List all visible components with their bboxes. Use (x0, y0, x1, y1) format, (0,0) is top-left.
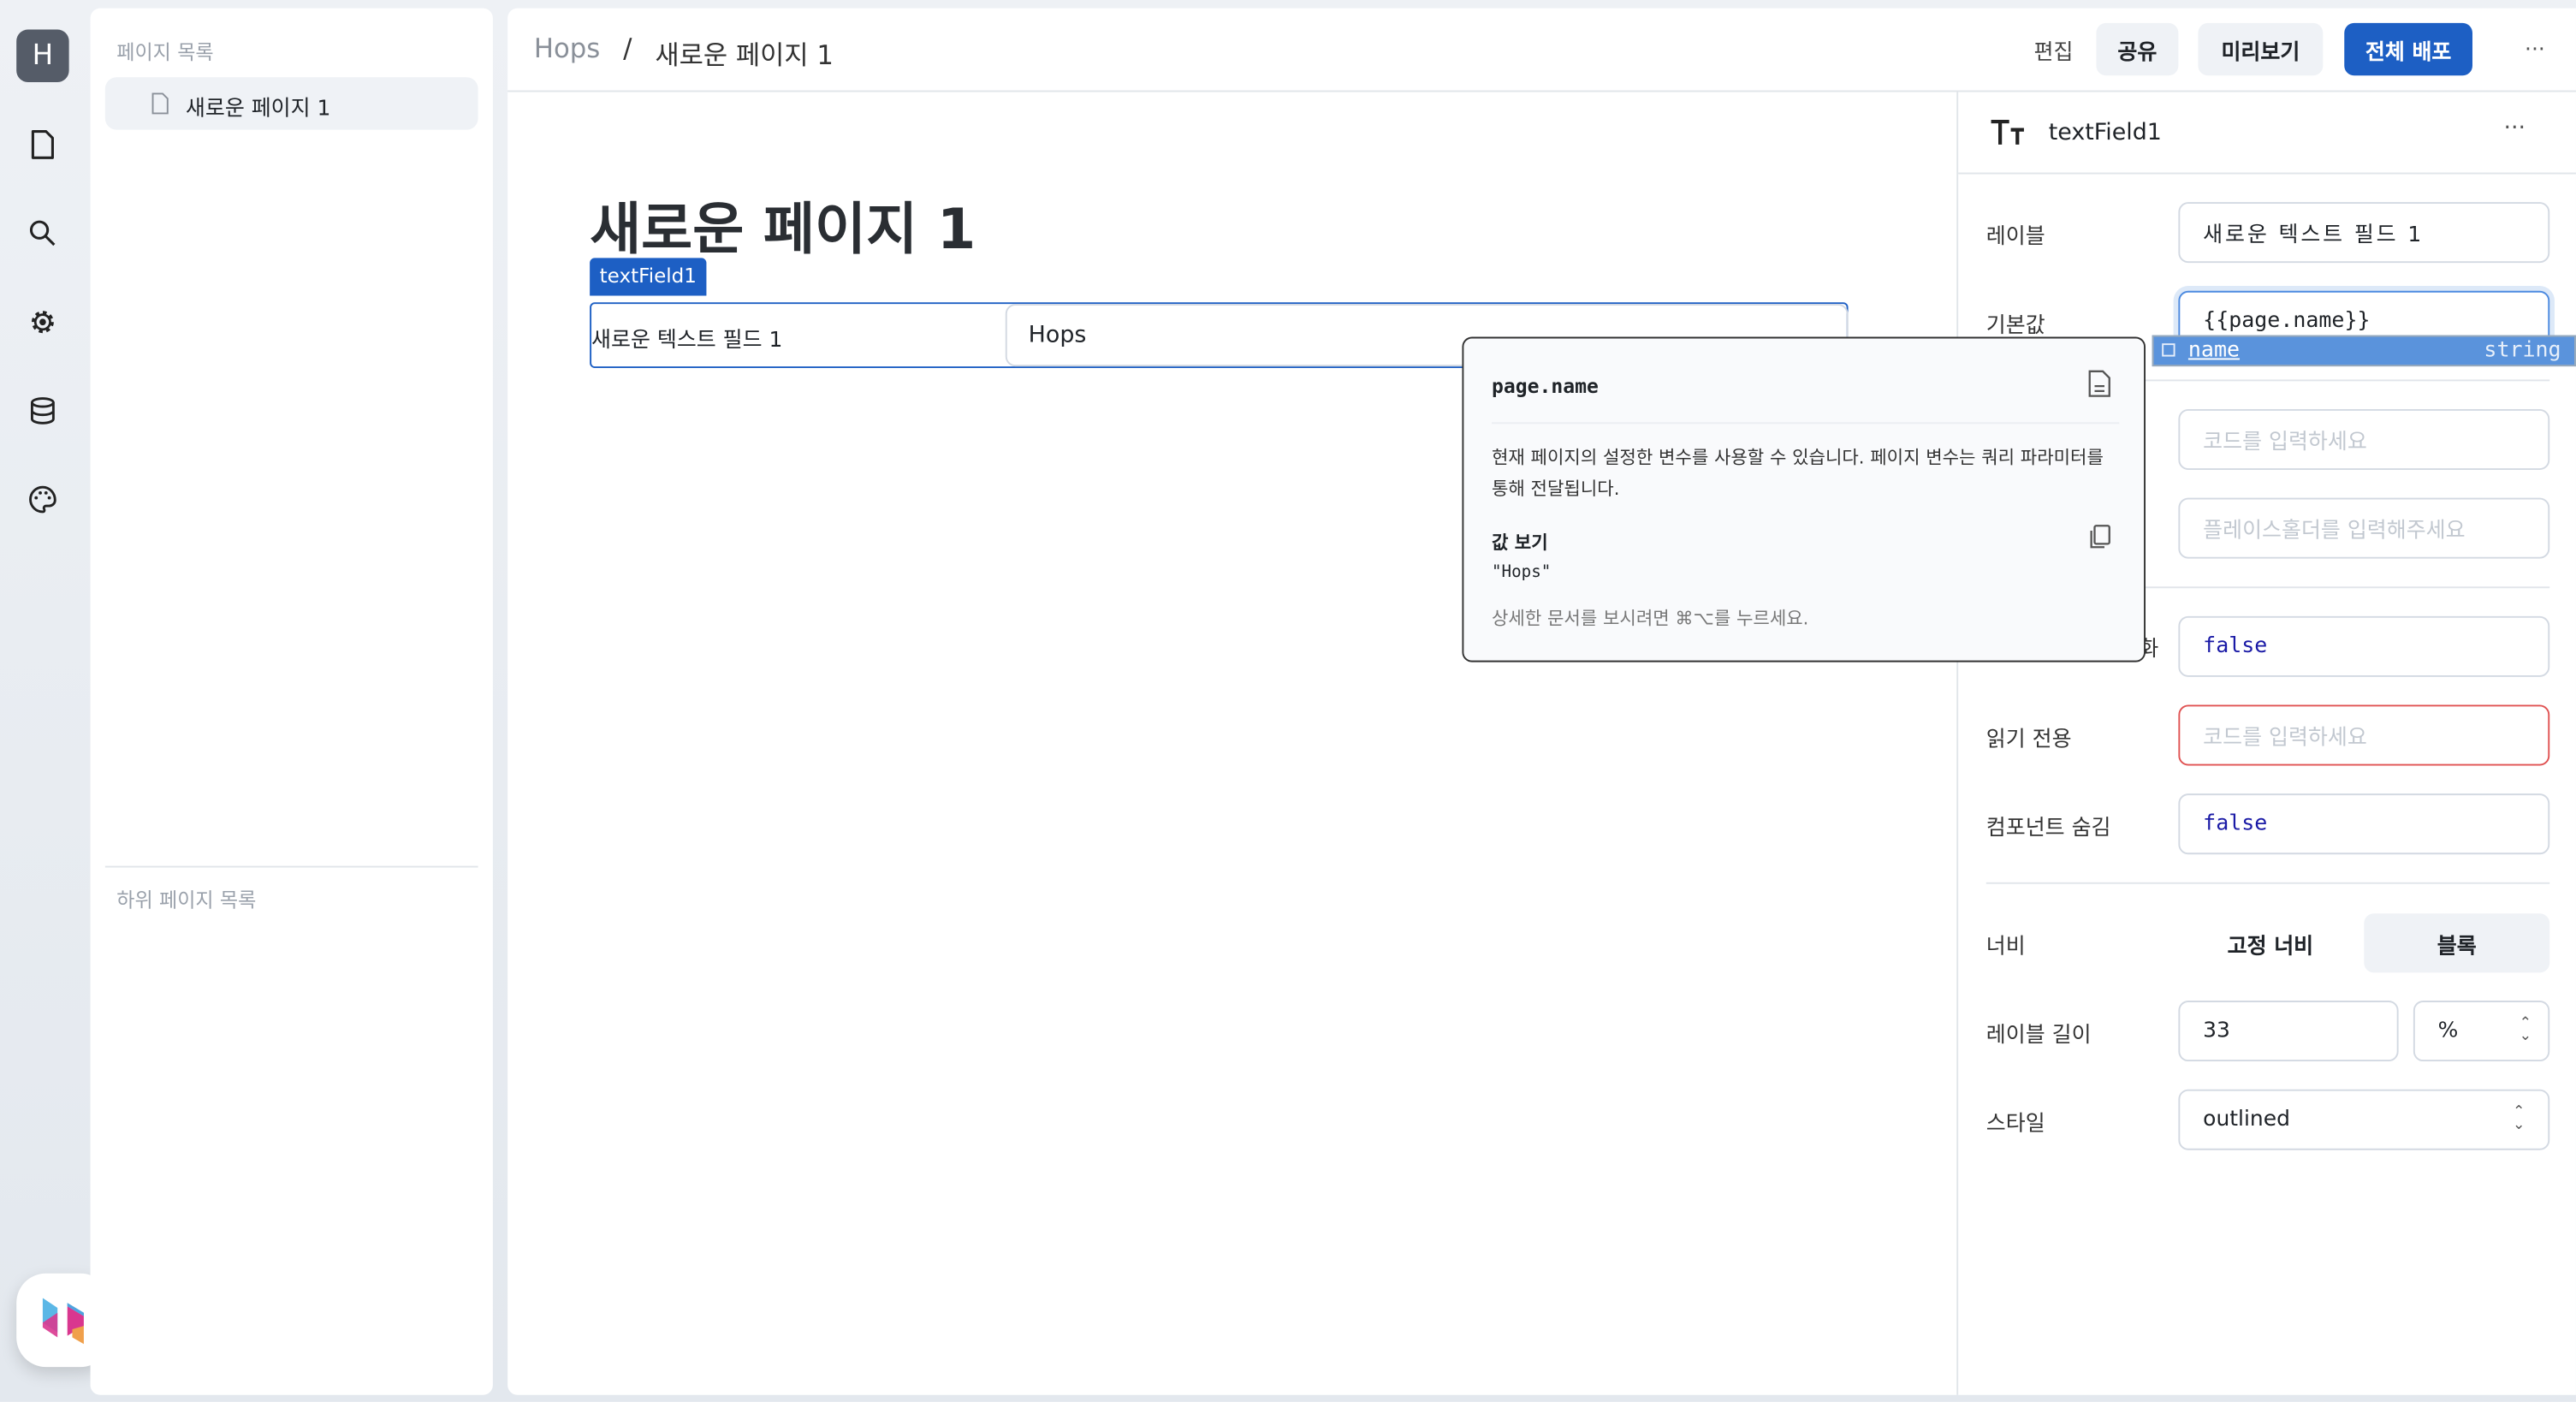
width-block-option[interactable]: 블록 (2364, 913, 2550, 973)
popup-description: 현재 페이지의 설정한 변수를 사용할 수 있습니다. 페이지 변수는 쿼리 파… (1491, 447, 2104, 500)
autocomplete-name: name (2187, 338, 2241, 364)
hidden-input[interactable]: false (2178, 793, 2550, 855)
variable-info-popup: page.name 현재 페이지의 설정한 변수를 사용할 수 있습니다. 페이… (1462, 336, 2146, 662)
autocomplete-item[interactable]: name string (2152, 335, 2576, 367)
placeholder-input[interactable]: 플레이스홀더를 입력해주세요 (2178, 497, 2550, 559)
code-input[interactable]: 코드를 입력하세요 (2178, 408, 2550, 471)
page-item[interactable]: 새로운 페이지 1 (104, 77, 478, 130)
breadcrumb-separator: / (623, 33, 632, 64)
subpages-heading: 하위 페이지 목록 (116, 888, 257, 912)
label-field-label: 레이블 (1985, 224, 2045, 250)
component-more-button[interactable]: ··· (2503, 115, 2526, 141)
width-fixed-option[interactable]: 고정 너비 (2178, 913, 2362, 972)
share-button[interactable]: 공유 (2096, 22, 2179, 76)
brand-logo-icon (41, 1297, 83, 1344)
popup-value: "Hops" (1491, 563, 1552, 582)
text-field-label: 새로운 텍스트 필드 1 (591, 328, 783, 353)
breadcrumb-app[interactable]: Hops (534, 33, 600, 72)
readonly-input[interactable]: 코드를 입력하세요 (2178, 704, 2550, 766)
pages-heading: 페이지 목록 (116, 40, 214, 64)
chevron-updown-icon: ⌃ ⌄ (2512, 1103, 2526, 1134)
label-length-label: 레이블 길이 (1985, 1023, 2092, 1049)
hidden-label: 컴포넌트 숨김 (1985, 817, 2111, 841)
popup-value-heading: 값 보기 (1491, 532, 1548, 554)
palette-icon[interactable] (27, 483, 59, 515)
popup-hint: 상세한 문서를 보시려면 ⌘⌥를 누르세요. (1491, 608, 1809, 630)
style-label: 스타일 (1985, 1112, 2045, 1138)
text-type-icon (1991, 119, 2024, 145)
breadcrumb-page: 새로운 페이지 1 (655, 39, 834, 71)
readonly-label: 읽기 전용 (1985, 728, 2072, 753)
more-menu-button[interactable]: ··· (2510, 23, 2560, 75)
edit-button[interactable]: 편집 (2024, 23, 2083, 75)
copy-icon[interactable] (2088, 524, 2111, 550)
default-value-label: 기본값 (1985, 313, 2045, 339)
database-icon[interactable] (27, 395, 59, 427)
property-icon (2162, 343, 2175, 357)
popup-title: page.name (1491, 374, 1599, 398)
docs-icon[interactable] (2088, 370, 2111, 398)
label-length-input[interactable]: 33 (2178, 1001, 2399, 1062)
component-badge: textField1 (590, 258, 707, 296)
width-label: 너비 (1985, 935, 2026, 960)
inspector-divider (1956, 92, 1959, 1395)
search-icon[interactable] (27, 217, 59, 249)
chevron-updown-icon: ⌃ ⌄ (2519, 1015, 2532, 1045)
divider (104, 865, 478, 868)
label-input[interactable]: 새로운 텍스트 필드 1 (2178, 202, 2550, 264)
label-length-unit-select[interactable]: % ⌃ ⌄ (2413, 1001, 2550, 1062)
disabled-input[interactable]: false (2178, 615, 2550, 677)
app-window: H 페이지 목록 새로운 페이지 1 하위 페이지 목록 Hops / 새로운 … (0, 0, 2576, 1402)
autocomplete-type: string (2484, 338, 2561, 364)
page-item-label: 새로운 페이지 1 (185, 97, 331, 122)
pages-sidebar: 페이지 목록 새로운 페이지 1 하위 페이지 목록 (90, 8, 493, 1395)
page-file-icon (151, 92, 169, 115)
gear-icon[interactable] (27, 306, 59, 338)
style-select[interactable]: outlined ⌃ ⌄ (2178, 1089, 2550, 1150)
component-name: textField1 (2048, 120, 2162, 146)
breadcrumb: Hops / 새로운 페이지 1 (534, 33, 834, 72)
deploy-button[interactable]: 전체 배포 (2344, 22, 2472, 76)
page-title[interactable]: 새로운 페이지 1 (590, 184, 976, 264)
workspace-avatar[interactable]: H (16, 29, 69, 82)
file-icon[interactable] (27, 128, 59, 161)
preview-button[interactable]: 미리보기 (2198, 22, 2324, 76)
